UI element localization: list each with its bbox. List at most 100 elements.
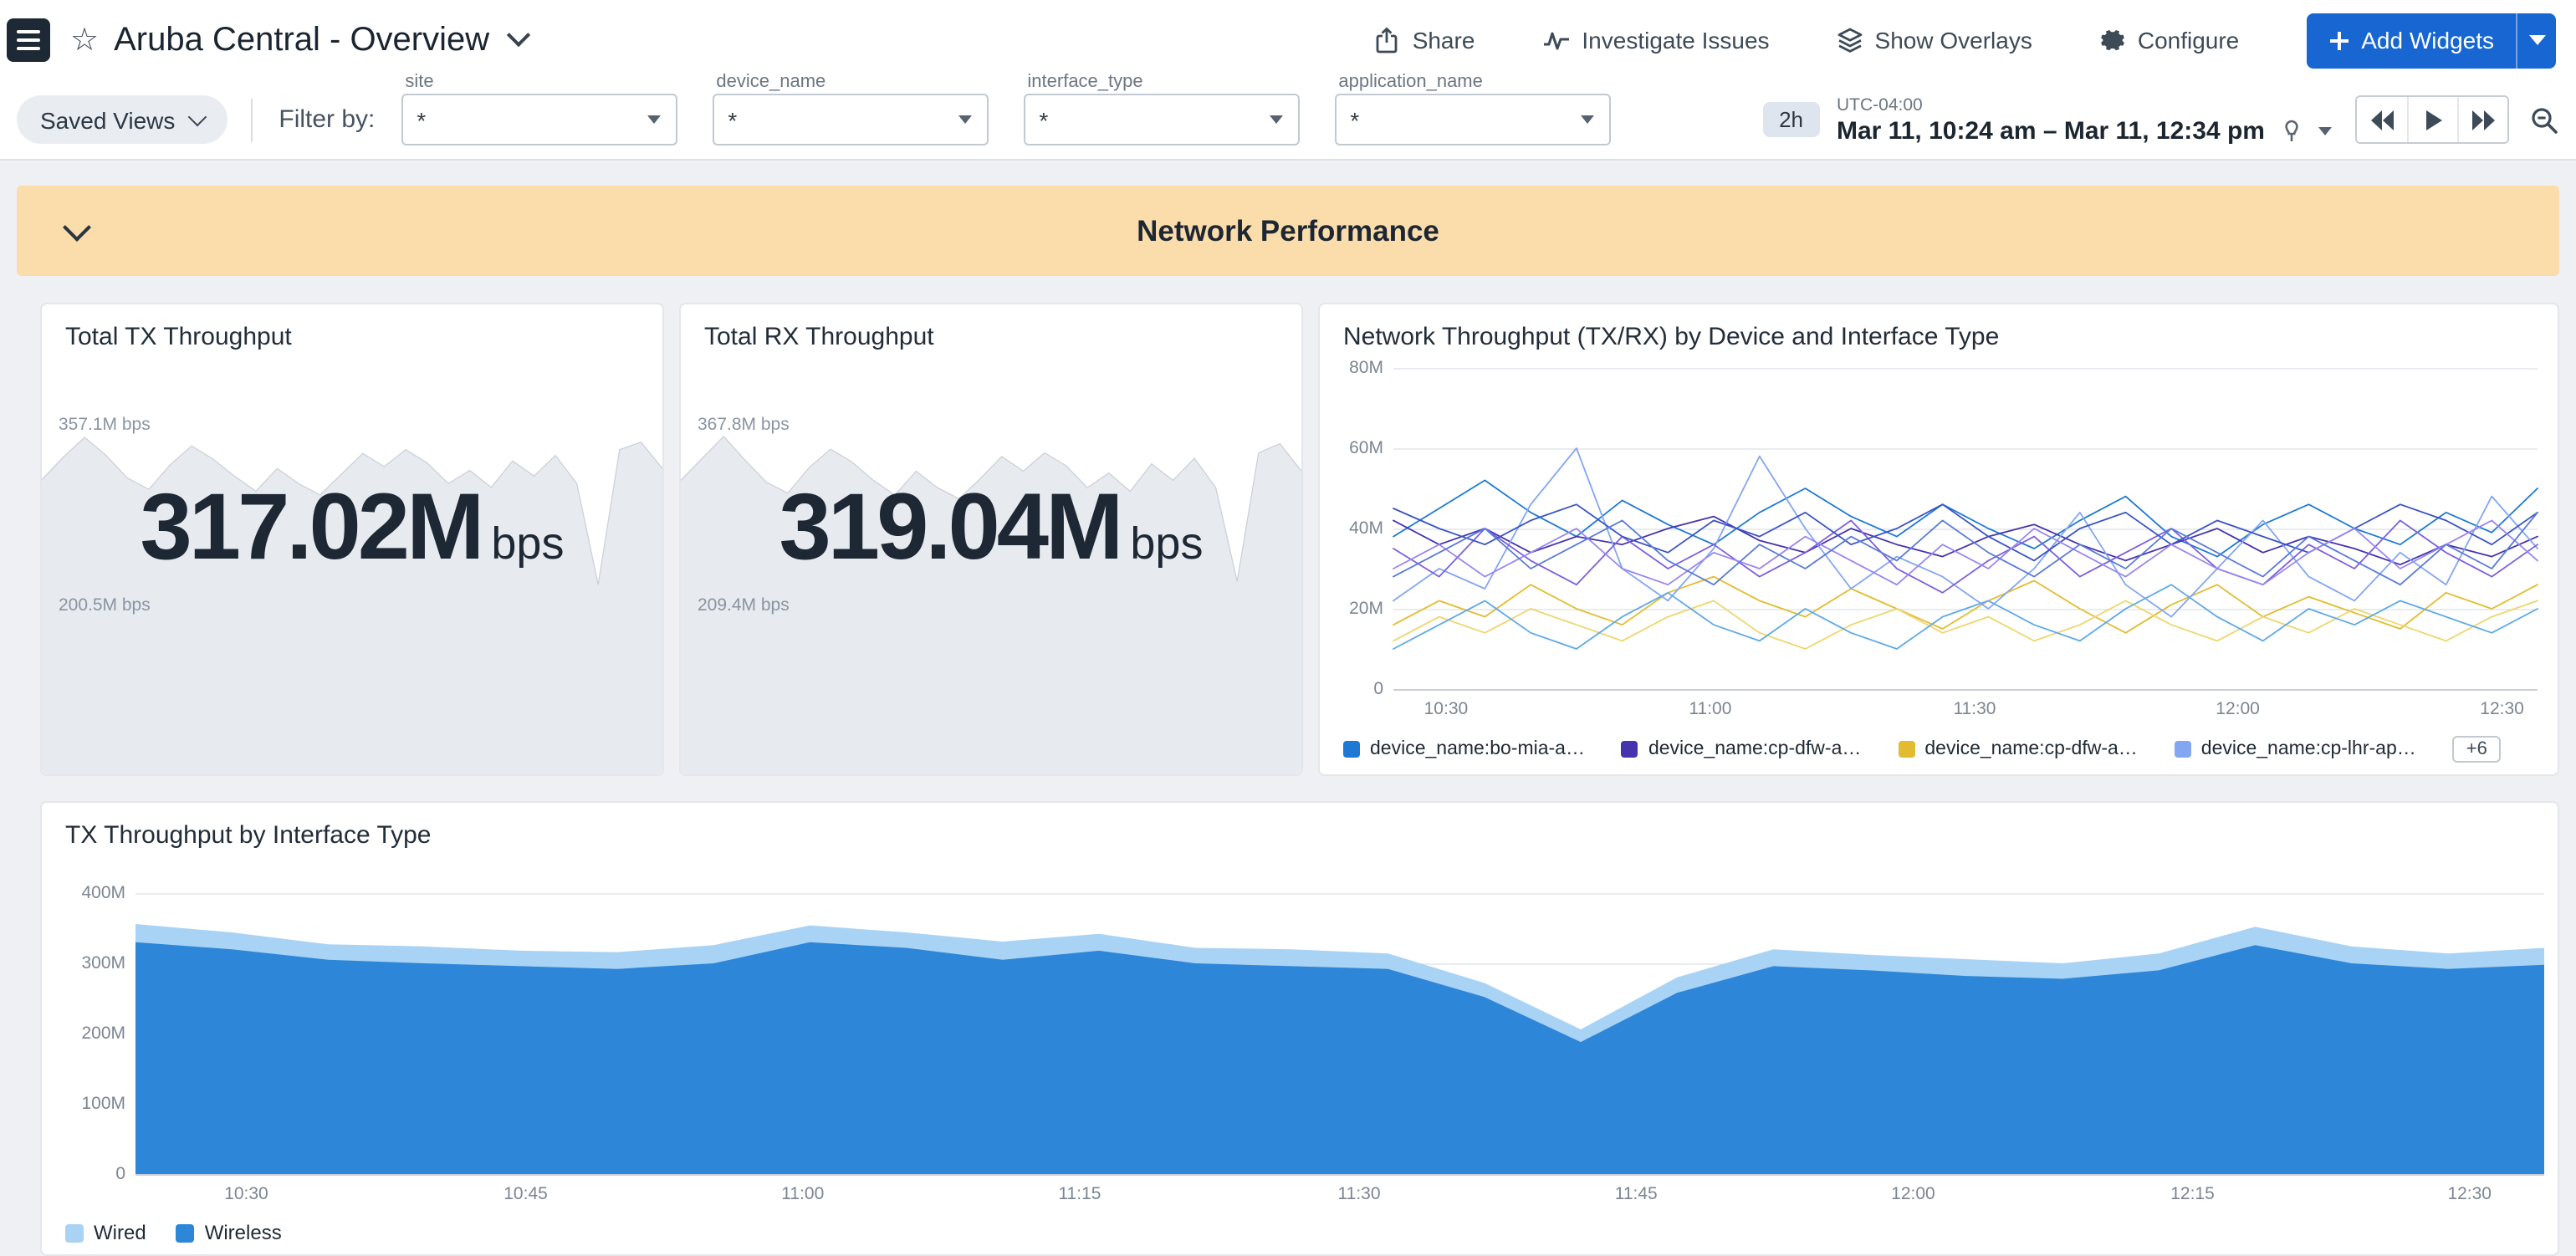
y-tick-label: 400M (81, 883, 125, 903)
y-axis-tick-labels: 400M300M200M100M0 (42, 893, 125, 1174)
share-icon (1374, 26, 1401, 54)
saved-views-label: Saved Views (40, 106, 175, 133)
tx-unit: bps (491, 518, 564, 569)
play-icon (2423, 108, 2443, 131)
x-tick-label: 11:45 (1615, 1184, 1658, 1204)
time-range-text: Mar 11, 10:24 am – Mar 11, 12:34 pm (1837, 116, 2265, 145)
device-line-chart-plot (1393, 368, 2538, 691)
legend-item[interactable]: device_name:cp-dfw-a… (1622, 739, 1861, 759)
x-tick-label: 12:00 (1891, 1184, 1935, 1204)
duration-chip[interactable]: 2h (1762, 102, 1820, 137)
investigate-issues-button[interactable]: Investigate Issues (1541, 27, 1769, 54)
page-title: Aruba Central - Overview (114, 21, 489, 59)
filter-dropdown[interactable]: interface_type * (1024, 94, 1300, 146)
legend-swatch-icon (65, 1223, 84, 1242)
filter-field-label: site (405, 72, 433, 92)
y-tick-label: 300M (81, 953, 125, 973)
legend-swatch-icon (1343, 741, 1360, 758)
tx-throughput-interface-chart-card: TX Throughput by Interface Type 400M 300M… (40, 801, 2559, 1256)
x-tick-label: 11:15 (1058, 1184, 1101, 1204)
filter-field-value: * (417, 106, 647, 133)
x-tick-label: 12:15 (2170, 1184, 2215, 1204)
tx-big-value: 317.02Mbps (42, 472, 662, 580)
legend-swatch-icon (1622, 741, 1638, 758)
filter-field-label: device_name (716, 72, 825, 92)
zoom-out-button[interactable] (2529, 105, 2559, 135)
add-widgets-dropdown-button[interactable] (2516, 13, 2556, 68)
rewind-button[interactable] (2357, 97, 2407, 142)
rewind-icon (2369, 108, 2395, 131)
interface-chart-legend: Wired Wireless (65, 1221, 282, 1244)
configure-button[interactable]: Configure (2099, 27, 2239, 54)
rx-max-label: 367.8M bps (698, 415, 790, 435)
filter-dropdown[interactable]: device_name * (713, 94, 989, 146)
widget-row-1: Total TX Throughput 357.1M bps 200.5M bp… (40, 303, 2559, 776)
widget-title: Network Throughput (TX/RX) by Device and… (1343, 323, 1999, 351)
section-header-network-performance: Network Performance (17, 186, 2559, 276)
y-tick-label: 200M (81, 1024, 125, 1044)
widget-title: Total RX Throughput (704, 323, 934, 351)
legend-item[interactable]: device_name:bo-mia-a… (1343, 739, 1585, 759)
chevron-down-icon (187, 108, 207, 127)
x-axis-tick-labels: 10:3010:4511:0011:1511:3011:4512:0012:15… (135, 1184, 2544, 1207)
play-button[interactable] (2407, 97, 2457, 142)
x-axis-tick-labels: 10:3011:0011:3012:0012:30 (1393, 699, 2538, 722)
header-actions: Share Investigate Issues Show Overlays C… (1307, 13, 2556, 68)
x-tick-label: 11:30 (1338, 1184, 1381, 1204)
legend-item[interactable]: device_name:cp-dfw-a… (1898, 739, 2137, 759)
top-bar: ☆ Aruba Central - Overview Share Investi… (0, 0, 2576, 80)
time-controls: 2h UTC-04:00 Mar 11, 10:24 am – Mar 11, … (1762, 94, 2559, 145)
time-range-dropdown-button[interactable] (2318, 126, 2332, 135)
legend-item[interactable]: device_name:cp-lhr-ap… (2175, 739, 2416, 759)
y-tick-label: 80M (1349, 358, 1383, 378)
interface-area-chart-plot (135, 893, 2544, 1176)
legend-item[interactable]: Wireless (176, 1221, 282, 1244)
investigate-issues-icon (1541, 28, 1570, 52)
add-widgets-button[interactable]: Add Widgets (2306, 13, 2516, 68)
y-axis-tick-labels: 80M60M40M20M0 (1320, 368, 1383, 689)
rx-big-value: 319.04Mbps (681, 472, 1301, 580)
filter-by-label: Filter by: (279, 105, 375, 134)
rx-value: 319.04M (779, 473, 1121, 579)
dropdown-caret-icon (1581, 115, 1594, 124)
rx-min-label: 209.4M bps (698, 595, 790, 615)
show-overlays-button[interactable]: Show Overlays (1837, 27, 2032, 54)
filter-field-label: interface_type (1027, 72, 1142, 92)
filter-dropdown[interactable]: site * (401, 94, 677, 146)
legend-overflow-chip[interactable]: +6 (2453, 736, 2501, 763)
divider (250, 98, 252, 141)
legend-item[interactable]: Wired (65, 1221, 146, 1244)
x-tick-label: 12:30 (2480, 699, 2524, 719)
filter-field-value: * (728, 106, 958, 133)
dropdown-caret-icon (647, 115, 661, 124)
fast-forward-button[interactable] (2457, 97, 2507, 142)
favorite-star-icon[interactable]: ☆ (70, 24, 99, 56)
x-tick-label: 12:30 (2447, 1184, 2492, 1204)
timezone-label: UTC-04:00 (1837, 94, 2332, 115)
total-tx-throughput-card: Total TX Throughput 357.1M bps 200.5M bp… (40, 303, 664, 776)
filter-dropdown[interactable]: application_name * (1335, 94, 1611, 146)
x-tick-label: 12:00 (2216, 699, 2260, 719)
filter-bar: Saved Views Filter by: site * device_nam… (0, 80, 2576, 161)
widget-title: TX Throughput by Interface Type (65, 821, 432, 850)
title-chevron-down-icon[interactable] (506, 23, 529, 47)
configure-label: Configure (2138, 27, 2239, 54)
x-tick-label: 11:00 (1689, 699, 1731, 719)
legend-label: device_name:cp-dfw-a… (1924, 739, 2137, 759)
add-widgets-label: Add Widgets (2361, 27, 2494, 54)
dropdown-caret-icon (1270, 115, 1283, 124)
share-button[interactable]: Share (1374, 26, 1475, 54)
rx-unit: bps (1130, 518, 1203, 569)
legend-label: Wireless (205, 1221, 282, 1244)
legend-label: device_name:cp-lhr-ap… (2201, 739, 2416, 759)
dropdown-caret-icon (958, 115, 972, 124)
filter-field-value: * (1039, 106, 1270, 133)
y-tick-label: 0 (115, 1164, 125, 1184)
saved-views-dropdown[interactable]: Saved Views (17, 95, 227, 144)
section-title: Network Performance (17, 213, 2559, 248)
fast-forward-icon (2470, 108, 2497, 131)
pin-button[interactable] (2280, 118, 2303, 143)
y-tick-label: 40M (1349, 518, 1383, 539)
show-overlays-label: Show Overlays (1875, 27, 2032, 54)
hamburger-menu-button[interactable] (7, 18, 50, 62)
